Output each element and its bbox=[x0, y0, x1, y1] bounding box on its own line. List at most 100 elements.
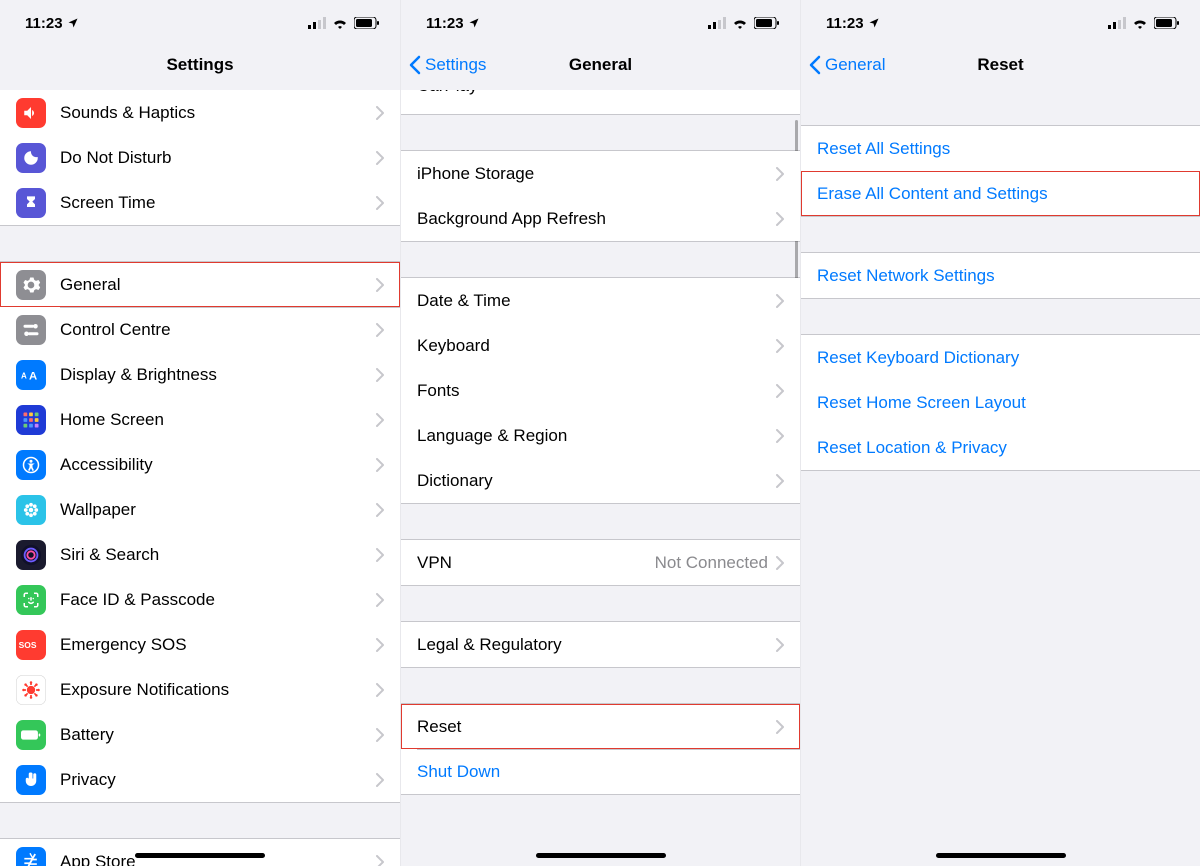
list-row[interactable]: Dictionary bbox=[401, 458, 800, 503]
settings-list[interactable]: Sounds & Haptics Do Not Disturb Screen Tim… bbox=[0, 90, 400, 866]
row-label: Shut Down bbox=[417, 762, 784, 782]
row-label: CarPlay bbox=[417, 90, 776, 96]
general-list[interactable]: CarPlay iPhone Storage Background App Refr… bbox=[401, 90, 800, 866]
row-detail: Not Connected bbox=[655, 553, 768, 573]
chevron-right-icon bbox=[376, 855, 384, 866]
list-row[interactable]: CarPlay bbox=[401, 90, 800, 114]
row-label: Face ID & Passcode bbox=[60, 590, 376, 610]
home-indicator[interactable] bbox=[135, 853, 265, 858]
list-row[interactable]: Wallpaper bbox=[0, 487, 400, 532]
list-row[interactable]: Battery bbox=[0, 712, 400, 757]
battery-icon bbox=[754, 17, 780, 29]
status-time: 11:23 bbox=[826, 15, 864, 32]
reset-screen: 11:23 General Re bbox=[800, 0, 1200, 866]
svg-text:SOS: SOS bbox=[19, 640, 37, 650]
siri-icon bbox=[16, 540, 46, 570]
row-label: Reset Keyboard Dictionary bbox=[817, 348, 1184, 368]
status-bar: 11:23 bbox=[801, 0, 1200, 40]
speaker-icon bbox=[16, 98, 46, 128]
faceid-icon bbox=[16, 585, 46, 615]
list-row[interactable]: Shut Down bbox=[401, 749, 800, 794]
list-row[interactable]: SOSEmergency SOS bbox=[0, 622, 400, 667]
home-indicator[interactable] bbox=[536, 853, 666, 858]
wifi-icon bbox=[1132, 17, 1148, 29]
status-time: 11:23 bbox=[25, 15, 63, 32]
chevron-right-icon bbox=[376, 728, 384, 742]
row-label: Background App Refresh bbox=[417, 209, 776, 229]
row-label: Legal & Regulatory bbox=[417, 635, 776, 655]
flower-icon bbox=[16, 495, 46, 525]
row-label: Do Not Disturb bbox=[60, 148, 376, 168]
list-row[interactable]: Language & Region bbox=[401, 413, 800, 458]
list-row[interactable]: iPhone Storage bbox=[401, 151, 800, 196]
list-row[interactable]: Do Not Disturb bbox=[0, 135, 400, 180]
list-row[interactable]: Siri & Search bbox=[0, 532, 400, 577]
chevron-right-icon bbox=[376, 278, 384, 292]
location-arrow-icon bbox=[868, 17, 880, 29]
list-row[interactable]: Date & Time bbox=[401, 278, 800, 323]
chevron-right-icon bbox=[776, 720, 784, 734]
settings-screen: 11:23 Settings Sounds & HapticsDo Not bbox=[0, 0, 400, 866]
row-label: Home Screen bbox=[60, 410, 376, 430]
list-row[interactable]: Fonts bbox=[401, 368, 800, 413]
list-row[interactable]: Reset Home Screen Layout bbox=[801, 380, 1200, 425]
hand-icon bbox=[16, 765, 46, 795]
back-label: General bbox=[825, 55, 885, 75]
location-arrow-icon bbox=[468, 17, 480, 29]
list-row[interactable]: Background App Refresh bbox=[401, 196, 800, 241]
list-row[interactable]: Reset Keyboard Dictionary bbox=[801, 335, 1200, 380]
chevron-right-icon bbox=[376, 151, 384, 165]
list-row[interactable]: Reset Location & Privacy bbox=[801, 425, 1200, 470]
location-arrow-icon bbox=[67, 17, 79, 29]
sos-icon: SOS bbox=[16, 630, 46, 660]
row-label: General bbox=[60, 275, 376, 295]
reset-list[interactable]: Reset All SettingsErase All Content and … bbox=[801, 90, 1200, 866]
gear-icon bbox=[16, 270, 46, 300]
chevron-right-icon bbox=[776, 429, 784, 443]
row-label: VPN bbox=[417, 553, 655, 573]
row-label: Date & Time bbox=[417, 291, 776, 311]
row-label: iPhone Storage bbox=[417, 164, 776, 184]
row-label: Display & Brightness bbox=[60, 365, 376, 385]
cell-signal-icon bbox=[1108, 17, 1126, 29]
list-row[interactable]: Keyboard bbox=[401, 323, 800, 368]
list-row[interactable]: Privacy bbox=[0, 757, 400, 802]
list-row[interactable]: General bbox=[0, 262, 400, 307]
access-icon bbox=[16, 450, 46, 480]
list-row[interactable]: AA Display & Brightness bbox=[0, 352, 400, 397]
list-row[interactable]: Reset Network Settings bbox=[801, 253, 1200, 298]
grid-icon bbox=[16, 405, 46, 435]
home-indicator[interactable] bbox=[936, 853, 1066, 858]
back-button[interactable]: Settings bbox=[409, 40, 486, 90]
aa-icon: AA bbox=[16, 360, 46, 390]
list-row[interactable]: Reset All Settings bbox=[801, 126, 1200, 171]
row-label: Exposure Notifications bbox=[60, 680, 376, 700]
list-row[interactable]: Accessibility bbox=[0, 442, 400, 487]
list-row[interactable]: Sounds & Haptics bbox=[0, 90, 400, 135]
nav-title: General bbox=[569, 55, 632, 75]
battery-icon bbox=[1154, 17, 1180, 29]
status-bar: 11:23 bbox=[0, 0, 400, 40]
list-row[interactable]: Home Screen bbox=[0, 397, 400, 442]
row-label: Battery bbox=[60, 725, 376, 745]
status-bar: 11:23 bbox=[401, 0, 800, 40]
list-row[interactable]: Reset bbox=[401, 704, 800, 749]
svg-text:A: A bbox=[29, 370, 37, 382]
list-row[interactable]: Screen Time bbox=[0, 180, 400, 225]
list-row[interactable]: Control Centre bbox=[0, 307, 400, 352]
list-row[interactable]: Face ID & Passcode bbox=[0, 577, 400, 622]
back-button[interactable]: General bbox=[809, 40, 885, 90]
battery-icon bbox=[354, 17, 380, 29]
row-label: Accessibility bbox=[60, 455, 376, 475]
list-row[interactable]: VPNNot Connected bbox=[401, 540, 800, 585]
battery-icon bbox=[16, 720, 46, 750]
chevron-right-icon bbox=[376, 638, 384, 652]
switches-icon bbox=[16, 315, 46, 345]
chevron-right-icon bbox=[376, 773, 384, 787]
list-row[interactable]: Exposure Notifications bbox=[0, 667, 400, 712]
list-row[interactable]: Legal & Regulatory bbox=[401, 622, 800, 667]
covid-icon bbox=[16, 675, 46, 705]
general-screen: 11:23 Settings G bbox=[400, 0, 800, 866]
row-label: Wallpaper bbox=[60, 500, 376, 520]
list-row[interactable]: Erase All Content and Settings bbox=[801, 171, 1200, 216]
